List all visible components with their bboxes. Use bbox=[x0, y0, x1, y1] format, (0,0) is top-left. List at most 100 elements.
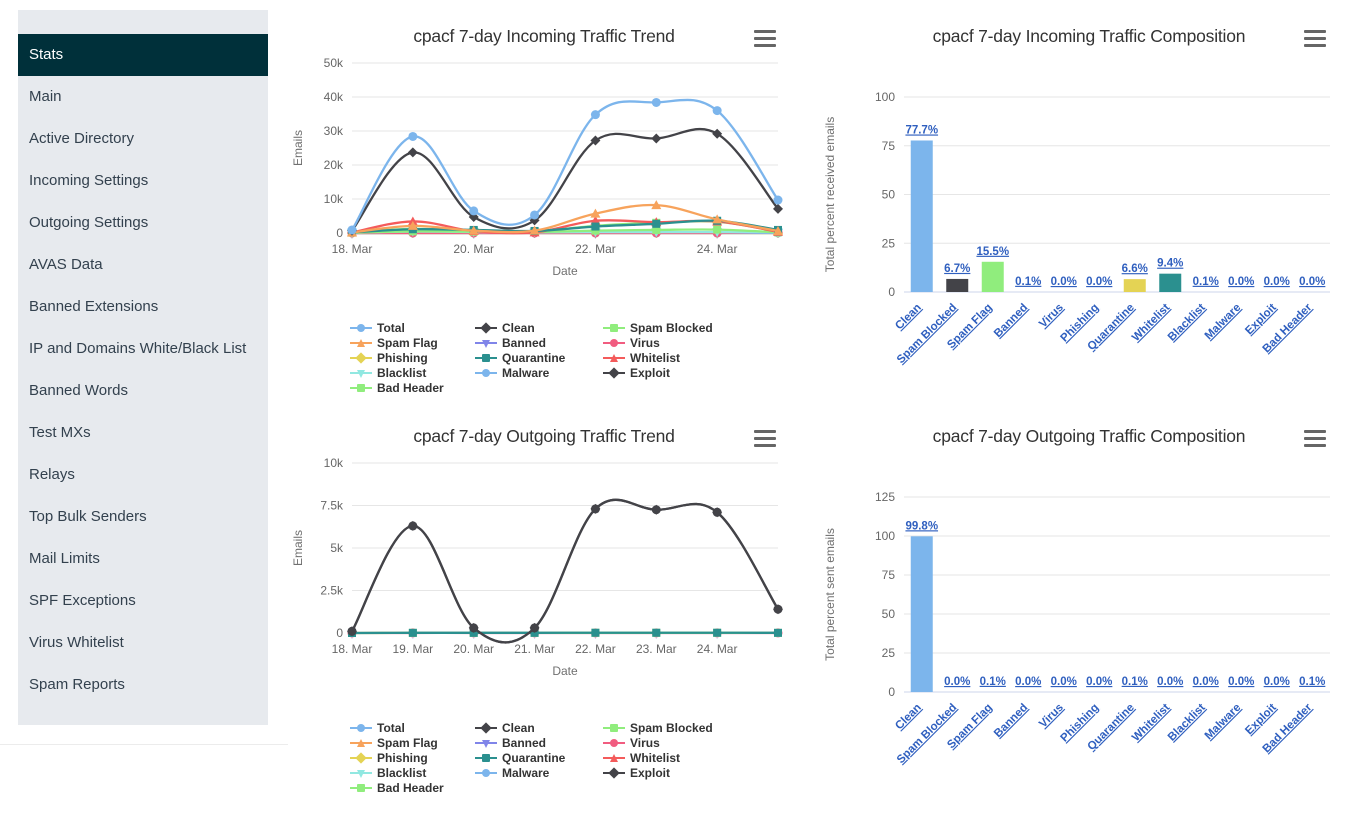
sidebar-item-mail-limits[interactable]: Mail Limits bbox=[18, 538, 268, 580]
legend-item-bad-header[interactable]: Bad Header bbox=[350, 780, 475, 795]
legend-column: Spam Blocked Virus Whitelist Exploit bbox=[603, 720, 743, 795]
legend-item-spam-blocked[interactable]: Spam Blocked bbox=[603, 720, 743, 735]
sidebar-item-banned-words[interactable]: Banned Words bbox=[18, 370, 268, 412]
data-point-marker bbox=[651, 97, 661, 107]
legend-marker-icon bbox=[350, 382, 372, 394]
legend-item-banned[interactable]: Banned bbox=[475, 735, 603, 750]
bar-data-label: 0.0% bbox=[1228, 276, 1254, 288]
bar-spam-blocked[interactable] bbox=[946, 278, 969, 292]
legend-label: Phishing bbox=[377, 350, 428, 365]
sidebar-item-outgoing-settings[interactable]: Outgoing Settings bbox=[18, 202, 268, 244]
legend-item-malware[interactable]: Malware bbox=[475, 765, 603, 780]
x-axis-category-label[interactable]: Banned bbox=[992, 302, 1030, 340]
legend-label: Spam Flag bbox=[377, 735, 438, 750]
legend-item-whitelist[interactable]: Whitelist bbox=[603, 750, 743, 765]
x-axis-category-label[interactable]: Exploit bbox=[1243, 702, 1279, 738]
legend-marker-icon bbox=[603, 722, 625, 734]
x-axis-tick-label: 23. Mar bbox=[636, 642, 677, 656]
x-axis-category-label[interactable]: Banned bbox=[992, 702, 1030, 740]
bar-data-label: 0.0% bbox=[1051, 276, 1077, 288]
x-axis-category-label[interactable]: Virus bbox=[1037, 702, 1066, 731]
hamburger-menu-icon[interactable] bbox=[754, 30, 776, 47]
sidebar-item-incoming-settings[interactable]: Incoming Settings bbox=[18, 160, 268, 202]
legend-item-clean[interactable]: Clean bbox=[475, 720, 603, 735]
hamburger-menu-icon[interactable] bbox=[754, 430, 776, 447]
legend-marker-icon bbox=[475, 367, 497, 379]
legend-marker-icon bbox=[350, 337, 372, 349]
chart-incoming-trend: 0 10k 20k 30k 40k 50k 18. Mar 20. Mar 22. Mar 24.… bbox=[288, 47, 800, 287]
bar-data-label: 99.8% bbox=[905, 520, 938, 532]
x-axis-tick-label: 22. Mar bbox=[575, 242, 616, 256]
legend-item-phishing[interactable]: Phishing bbox=[350, 350, 475, 365]
legend-item-total[interactable]: Total bbox=[350, 320, 475, 335]
data-point-marker bbox=[773, 195, 783, 205]
legend-item-quarantine[interactable]: Quarantine bbox=[475, 350, 603, 365]
legend-item-bad-header[interactable]: Bad Header bbox=[350, 380, 475, 395]
legend-item-banned[interactable]: Banned bbox=[475, 335, 603, 350]
y-axis-tick-label: 0 bbox=[336, 226, 343, 240]
legend-label: Spam Blocked bbox=[630, 320, 713, 335]
y-axis-title: Emails bbox=[291, 130, 305, 166]
bar-data-label: 0.0% bbox=[944, 676, 970, 688]
legend-item-exploit[interactable]: Exploit bbox=[603, 365, 743, 380]
bar-clean[interactable] bbox=[910, 140, 933, 292]
legend-item-blacklist[interactable]: Blacklist bbox=[350, 365, 475, 380]
legend-item-clean[interactable]: Clean bbox=[475, 320, 603, 335]
chart-incoming-composition: 0 25 50 75 100 Total percent received emails 7… bbox=[820, 47, 1358, 402]
data-point-marker bbox=[713, 225, 722, 234]
legend-item-spam-flag[interactable]: Spam Flag bbox=[350, 335, 475, 350]
legend-item-total[interactable]: Total bbox=[350, 720, 475, 735]
sidebar-item-relays[interactable]: Relays bbox=[18, 454, 268, 496]
x-axis-category-label[interactable]: Malware bbox=[1203, 302, 1244, 343]
legend-item-virus[interactable]: Virus bbox=[603, 335, 743, 350]
legend-item-spam-flag[interactable]: Spam Flag bbox=[350, 735, 475, 750]
legend-item-whitelist[interactable]: Whitelist bbox=[603, 350, 743, 365]
series-quarantine bbox=[348, 628, 782, 637]
legend-marker-icon bbox=[603, 337, 625, 349]
legend-item-quarantine[interactable]: Quarantine bbox=[475, 750, 603, 765]
bar-spam-flag[interactable] bbox=[981, 261, 1004, 292]
legend-item-spam-blocked[interactable]: Spam Blocked bbox=[603, 320, 743, 335]
chart-title-incoming-composition: cpacf 7-day Incoming Traffic Composition bbox=[932, 26, 1246, 46]
bar-quarantine[interactable] bbox=[1123, 279, 1146, 292]
x-axis-category-label[interactable]: Blacklist bbox=[1166, 302, 1208, 344]
x-axis-category-label[interactable]: Blacklist bbox=[1166, 702, 1208, 744]
sidebar-item-top-bulk-senders[interactable]: Top Bulk Senders bbox=[18, 496, 268, 538]
y-axis-tick-label: 100 bbox=[875, 529, 895, 543]
legend-item-phishing[interactable]: Phishing bbox=[350, 750, 475, 765]
legend-label: Virus bbox=[630, 735, 660, 750]
sidebar-item-active-directory[interactable]: Active Directory bbox=[18, 118, 268, 160]
y-axis-tick-label: 0 bbox=[888, 685, 895, 699]
sidebar-item-ip-and-domains-white-black-list[interactable]: IP and Domains White/Black List bbox=[18, 328, 268, 370]
legend-item-exploit[interactable]: Exploit bbox=[603, 765, 743, 780]
legend-label: Bad Header bbox=[377, 380, 444, 395]
legend-item-virus[interactable]: Virus bbox=[603, 735, 743, 750]
legend-column: Spam Blocked Virus Whitelist Exploit bbox=[603, 320, 743, 395]
x-axis-category-label[interactable]: Virus bbox=[1037, 302, 1066, 331]
x-axis-category-label[interactable]: Clean bbox=[893, 302, 924, 333]
hamburger-menu-icon[interactable] bbox=[1304, 30, 1326, 47]
sidebar-item-stats[interactable]: Stats bbox=[18, 34, 268, 76]
legend-incoming-trend: Total Spam Flag Phishing Blacklist Bad Heade… bbox=[350, 320, 743, 395]
legend-item-blacklist[interactable]: Blacklist bbox=[350, 765, 475, 780]
x-axis-category-label[interactable]: Malware bbox=[1203, 702, 1244, 743]
data-point-marker bbox=[773, 604, 783, 615]
sidebar-item-virus-whitelist[interactable]: Virus Whitelist bbox=[18, 622, 268, 664]
sidebar-item-test-mxs[interactable]: Test MXs bbox=[18, 412, 268, 454]
x-axis-category-label[interactable]: Whitelist bbox=[1130, 302, 1172, 344]
sidebar-item-main[interactable]: Main bbox=[18, 76, 268, 118]
sidebar-item-banned-extensions[interactable]: Banned Extensions bbox=[18, 286, 268, 328]
legend-item-malware[interactable]: Malware bbox=[475, 365, 603, 380]
x-axis-category-label[interactable]: Exploit bbox=[1243, 302, 1279, 338]
hamburger-menu-icon[interactable] bbox=[1304, 430, 1326, 447]
bar-clean[interactable] bbox=[910, 536, 933, 692]
chart-svg-outgoing-composition: 0 25 50 75 100 125 Total percent sent emails 99… bbox=[823, 490, 1330, 766]
sidebar-item-spf-exceptions[interactable]: SPF Exceptions bbox=[18, 580, 268, 622]
x-axis-category-label[interactable]: Clean bbox=[893, 702, 924, 733]
x-axis-category-label[interactable]: Whitelist bbox=[1130, 702, 1172, 744]
series-total bbox=[347, 97, 783, 235]
bar-whitelist[interactable] bbox=[1159, 273, 1182, 292]
y-axis-tick-label: 50k bbox=[324, 56, 344, 70]
sidebar-item-avas-data[interactable]: AVAS Data bbox=[18, 244, 268, 286]
sidebar-item-spam-reports[interactable]: Spam Reports bbox=[18, 664, 268, 706]
